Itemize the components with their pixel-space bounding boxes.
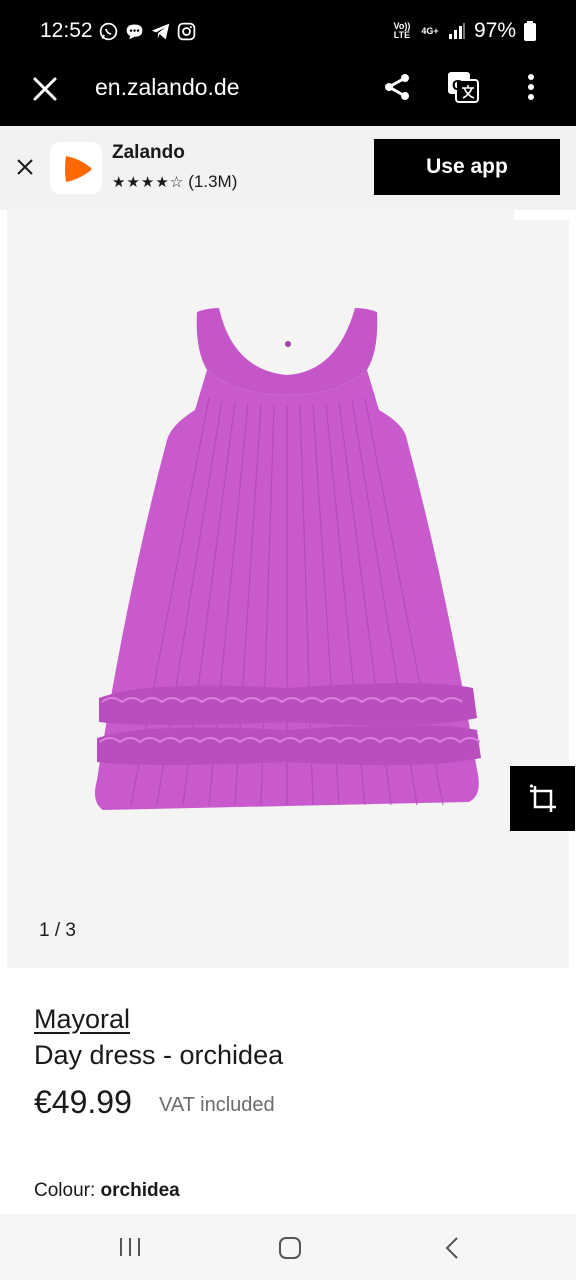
vat-note: VAT included xyxy=(159,1094,275,1116)
instagram-icon xyxy=(177,22,196,41)
status-time: 12:52 xyxy=(40,19,93,42)
recent-apps-icon[interactable] xyxy=(118,1236,142,1258)
status-right: Vo)) LTE 4G+ 97% xyxy=(392,19,536,43)
product-image-gallery[interactable] xyxy=(7,210,569,968)
app-name: Zalando xyxy=(112,142,185,163)
colour-value: orchidea xyxy=(100,1180,180,1201)
status-bar: 12:52 Vo)) LTE 4G+ 97% xyxy=(0,0,576,64)
gallery-top-strip xyxy=(514,210,576,220)
signal-icon xyxy=(448,23,465,39)
product-image-dress xyxy=(95,308,481,810)
screen: 12:52 Vo)) LTE 4G+ 97% en.zalando.de G Z… xyxy=(0,0,576,1280)
colour-info: Colour: orchidea xyxy=(34,1180,180,1202)
chat-bubble-icon xyxy=(126,24,143,40)
status-notification-icons xyxy=(98,21,197,42)
close-banner-icon[interactable] xyxy=(16,158,34,176)
browser-toolbar: en.zalando.de G xyxy=(0,64,576,126)
product-price: €49.99 xyxy=(34,1084,132,1120)
back-icon[interactable] xyxy=(442,1236,462,1260)
brand-link[interactable]: Mayoral xyxy=(34,1004,130,1035)
translate-icon[interactable]: G xyxy=(446,70,480,104)
system-navigation-bar xyxy=(0,1214,576,1280)
colour-label: Colour: xyxy=(34,1180,96,1201)
home-icon[interactable] xyxy=(278,1236,302,1260)
zalando-logo-icon xyxy=(65,156,92,182)
volte-indicator: Vo)) LTE xyxy=(393,21,411,40)
rating-count: (1.3M) xyxy=(188,172,238,191)
more-options-icon[interactable] xyxy=(522,72,540,102)
image-counter: 1 / 3 xyxy=(39,920,76,941)
app-rating: ★★★★☆ (1.3M) xyxy=(112,172,237,192)
use-app-button[interactable]: Use app xyxy=(374,139,560,195)
svg-text:G: G xyxy=(452,77,464,94)
share-icon[interactable] xyxy=(382,72,412,102)
whatsapp-icon xyxy=(99,22,118,41)
crop-search-icon xyxy=(529,784,556,812)
url-text[interactable]: en.zalando.de xyxy=(95,74,240,101)
telegram-icon xyxy=(151,23,170,40)
visual-search-button[interactable] xyxy=(510,766,575,831)
rating-stars-icon: ★★★★☆ xyxy=(112,174,185,191)
product-name: Day dress - orchidea xyxy=(34,1040,284,1070)
battery-percent: 97% xyxy=(473,19,516,42)
battery-icon xyxy=(524,21,536,41)
network-4g-indicator: 4G+ xyxy=(421,25,439,36)
close-tab-icon[interactable] xyxy=(32,76,58,102)
app-install-banner: Zalando ★★★★☆ (1.3M) Use app xyxy=(0,126,576,210)
